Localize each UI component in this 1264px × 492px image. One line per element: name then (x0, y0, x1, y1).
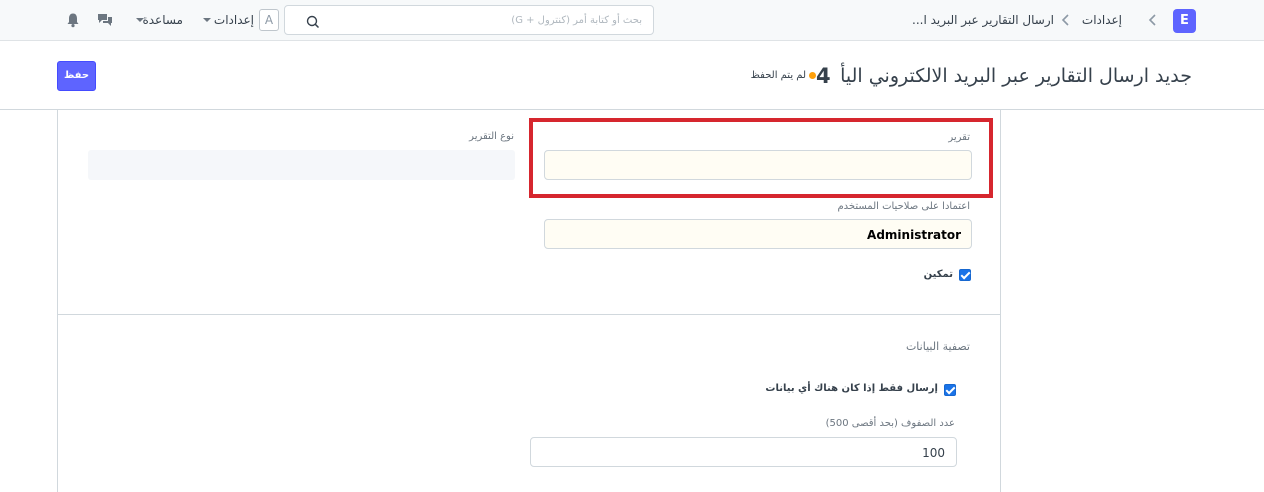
report-type-field (88, 150, 515, 180)
page-head: جديد ارسال التقارير عبر البريد الالكترون… (0, 41, 1264, 110)
bell-icon[interactable] (65, 12, 81, 28)
app-logo[interactable]: E (1173, 9, 1196, 33)
send-if-data-checkbox[interactable] (944, 384, 956, 396)
page-title-suffix: 4 (816, 64, 831, 88)
unsaved-label: لم يتم الحفظ (750, 70, 806, 81)
settings-caret-icon (203, 18, 211, 22)
help-caret-icon (136, 18, 144, 22)
chat-icon[interactable] (97, 12, 113, 28)
settings-menu[interactable]: إعدادات (214, 12, 254, 28)
save-button[interactable]: حفظ (57, 61, 96, 91)
enabled-label: تمكين (923, 269, 953, 280)
enabled-checkbox[interactable] (959, 269, 971, 281)
breadcrumb-chevron-icon (1148, 11, 1158, 29)
user-permission-value: Administrator (867, 228, 961, 242)
report-type-label: نوع التقرير (469, 131, 514, 142)
rows-limit-input[interactable]: 100 (530, 437, 957, 467)
breadcrumb-current[interactable]: ارسال التقارير عبر البريد ا... (912, 12, 1054, 28)
user-permission-input[interactable]: Administrator (544, 219, 972, 249)
rows-limit-value: 100 (922, 446, 945, 460)
page-title: جديد ارسال التقارير عبر البريد الالكترون… (840, 65, 1192, 87)
highlight-box (529, 118, 993, 198)
send-if-data-label: إرسال فقط إذا كان هناك أي بيانات (765, 383, 938, 394)
breadcrumb-chevron-icon (1061, 11, 1071, 29)
user-permission-label: اعتمادا على صلاحيات المستخدم (837, 201, 970, 212)
section-divider (58, 314, 1000, 315)
search-icon (306, 14, 320, 29)
unsaved-indicator (809, 72, 816, 79)
filter-section-title: تصفية البيانات (905, 340, 970, 353)
rows-limit-label: عدد الصفوف (بحد أقصى 500) (825, 418, 955, 429)
search-input[interactable]: بحث أو كتابة أمر (كنترول + G) (284, 5, 654, 35)
navbar: E إعدادات ارسال التقارير عبر البريد ا...… (0, 0, 1264, 41)
help-menu[interactable]: مساعدة (142, 12, 183, 28)
avatar[interactable]: A (259, 9, 279, 31)
breadcrumb-settings[interactable]: إعدادات (1082, 12, 1122, 28)
search-placeholder: بحث أو كتابة أمر (كنترول + G) (511, 15, 642, 26)
